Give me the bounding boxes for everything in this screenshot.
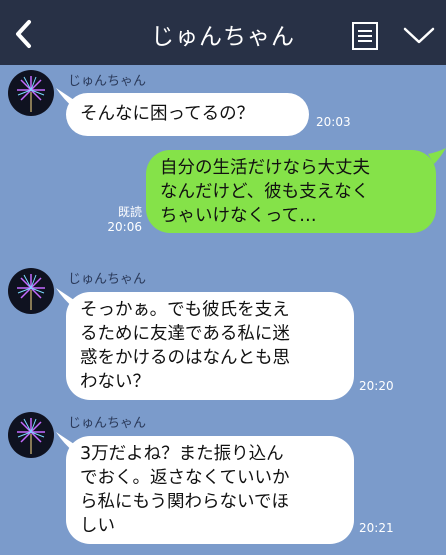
read-receipt: 既読 20:06 — [100, 205, 142, 235]
firework-avatar-icon — [17, 76, 45, 112]
message-text: そんなに困ってるの？ — [80, 104, 255, 124]
message-text: るために友達である私に迷 — [80, 324, 290, 344]
message-text: 惑をかけるのはなんとも思 — [80, 348, 290, 368]
message-text: 自分の生活だけなら大丈夫 — [160, 158, 370, 178]
message-text: そっかぁ。でも彼氏を支え — [80, 300, 290, 320]
message-text: なんだけど、彼も支えなく — [160, 182, 370, 202]
message-bubble[interactable]: そんなに困ってるの？ — [66, 93, 309, 136]
message-text: でおく。返さなくていいか — [80, 468, 290, 488]
message-text: しい — [80, 516, 115, 536]
avatar[interactable] — [8, 412, 54, 458]
firework-avatar-icon — [17, 274, 45, 310]
message-bubble[interactable]: 自分の生活だけなら大丈夫 なんだけど、彼も支えなく ちゃいけなくって… — [146, 150, 436, 233]
message-bubble[interactable]: 3万だよね？また振り込ん でおく。返さなくていいか ら私にもう関わらないでほ し… — [66, 436, 354, 544]
message-time: 20:20 — [359, 379, 394, 393]
message-bubble[interactable]: そっかぁ。でも彼氏を支え るために友達である私に迷 惑をかけるのはなんとも思 わ… — [66, 292, 354, 400]
message-time: 20:03 — [316, 115, 351, 129]
chat-header: じゅんちゃん — [0, 0, 446, 65]
sender-name: じゅんちゃん — [68, 74, 147, 89]
message-text: 3万だよね？また振り込ん — [80, 444, 284, 464]
avatar[interactable] — [8, 70, 54, 116]
sender-name: じゅんちゃん — [68, 272, 147, 287]
firework-avatar-icon — [17, 418, 45, 454]
sender-name: じゅんちゃん — [68, 416, 147, 431]
read-label: 既読 — [117, 205, 142, 219]
message-time: 20:21 — [359, 521, 394, 535]
menu-icon[interactable] — [350, 21, 380, 51]
message-text: ちゃいけなくって… — [160, 206, 317, 226]
avatar[interactable] — [8, 268, 54, 314]
bubble-tail — [428, 148, 446, 164]
message-time: 20:06 — [107, 220, 142, 234]
chevron-down-icon[interactable] — [402, 24, 436, 48]
message-text: わない？ — [80, 372, 150, 392]
message-text: ら私にもう関わらないでほ — [80, 492, 289, 512]
